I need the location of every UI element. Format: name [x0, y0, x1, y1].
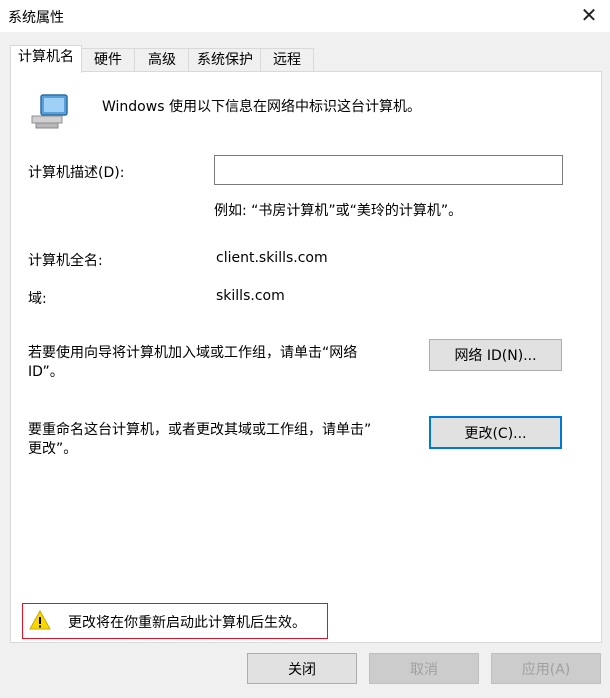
warning-icon	[29, 610, 51, 630]
close-button[interactable]: 关闭	[247, 653, 357, 684]
tab-advanced[interactable]: 高级	[134, 48, 190, 72]
rename-text-line2: 更改”。	[28, 441, 78, 457]
tab-hardware[interactable]: 硬件	[80, 48, 136, 72]
network-id-button[interactable]: 网络 ID(N)...	[429, 339, 562, 371]
computer-icon	[31, 94, 68, 129]
domain-label: 域:	[28, 291, 47, 307]
network-id-text-line1: 若要使用向导将计算机加入域或工作组，请单击“网络	[28, 345, 358, 361]
title-bar: 系统属性 ✕	[0, 0, 610, 32]
computer-description-field[interactable]	[214, 155, 563, 185]
domain-value: skills.com	[216, 288, 285, 304]
description-example: 例如: “书房计算机”或“美玲的计算机”。	[214, 203, 463, 219]
change-button[interactable]: 更改(C)...	[429, 416, 562, 449]
window-title: 系统属性	[8, 10, 64, 26]
network-id-text-line2: ID”。	[28, 364, 64, 380]
tab-system-protection[interactable]: 系统保护	[188, 48, 262, 72]
cancel-button[interactable]: 取消	[369, 653, 479, 684]
intro-text: Windows 使用以下信息在网络中标识这台计算机。	[102, 99, 421, 115]
close-icon[interactable]: ✕	[568, 0, 610, 32]
warning-text: 更改将在你重新启动此计算机后生效。	[68, 615, 306, 631]
full-name-label: 计算机全名:	[28, 253, 103, 269]
restart-warning: 更改将在你重新启动此计算机后生效。	[22, 603, 328, 639]
apply-button[interactable]: 应用(A)	[491, 653, 601, 684]
tab-computer-name[interactable]: 计算机名	[10, 45, 82, 73]
rename-text-line1: 要重命名这台计算机，或者更改其域或工作组，请单击”	[28, 422, 372, 438]
computer-description-label: 计算机描述(D):	[28, 165, 125, 181]
full-name-value: client.skills.com	[216, 250, 328, 266]
tab-remote[interactable]: 远程	[260, 48, 314, 72]
